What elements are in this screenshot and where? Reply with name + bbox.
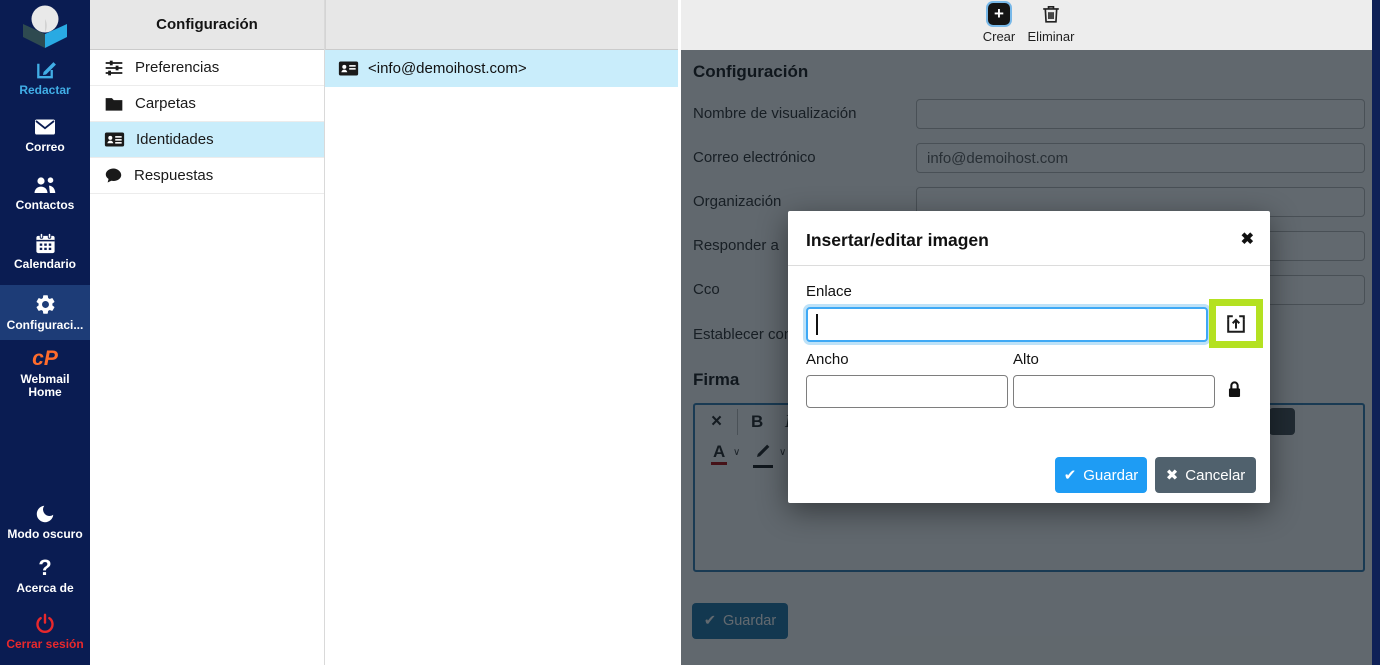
text-cursor xyxy=(816,314,818,335)
height-label: Alto xyxy=(1013,351,1039,368)
browse-image-button-highlighted[interactable] xyxy=(1209,299,1263,348)
window-edge xyxy=(1372,0,1380,665)
sidebar-item-label: Acerca de xyxy=(16,582,73,595)
x-icon: ✖ xyxy=(1166,466,1179,484)
envelope-icon xyxy=(33,116,57,138)
sidebar-item-label: Contactos xyxy=(16,199,75,212)
nav-item-label: Respuestas xyxy=(134,167,213,184)
delete-button[interactable]: Eliminar xyxy=(1022,3,1080,44)
delete-button-label: Eliminar xyxy=(1028,29,1075,44)
dialog-cancel-button[interactable]: ✖ Cancelar xyxy=(1155,457,1256,493)
nav-item-folders[interactable]: Carpetas xyxy=(90,86,324,122)
create-button-label: Crear xyxy=(983,29,1016,44)
sidebar-item-label: Calendario xyxy=(14,258,76,271)
sidebar-item-label: Configuraci... xyxy=(7,319,84,332)
question-icon: ? xyxy=(38,557,51,579)
insert-image-dialog: Insertar/editar imagen ✖ Enlace Ancho Al… xyxy=(788,211,1270,503)
settings-nav-panel: Configuración Preferencias Carpetas xyxy=(90,0,325,665)
compose-icon xyxy=(34,58,57,81)
nav-item-responses[interactable]: Respuestas xyxy=(90,158,324,194)
folder-icon xyxy=(104,95,124,112)
moon-icon xyxy=(34,503,56,525)
sidebar-item-label: Correo xyxy=(25,141,64,154)
width-input[interactable] xyxy=(806,375,1008,408)
settings-nav-header: Configuración xyxy=(90,0,324,50)
dialog-close-button[interactable]: ✖ xyxy=(1241,229,1254,249)
lock-ratio-icon[interactable] xyxy=(1225,379,1244,405)
sidebar-item-about[interactable]: ? Acerca de xyxy=(0,557,90,595)
contacts-icon xyxy=(32,174,58,196)
app-sidebar: Redactar Correo Contactos xyxy=(0,0,90,665)
height-input[interactable] xyxy=(1013,375,1215,408)
sidebar-item-mail[interactable]: Correo xyxy=(0,116,90,154)
plus-square-icon: + xyxy=(988,3,1010,25)
nav-item-identities[interactable]: Identidades xyxy=(90,122,324,158)
sidebar-item-dark-mode[interactable]: Modo oscuro xyxy=(0,503,90,541)
nav-item-preferences[interactable]: Preferencias xyxy=(90,50,324,86)
sidebar-item-label: Modo oscuro xyxy=(7,528,82,541)
cpanel-logo-icon: cP xyxy=(32,348,58,370)
sidebar-item-contacts[interactable]: Contactos xyxy=(0,174,90,212)
dialog-cancel-label: Cancelar xyxy=(1185,467,1245,484)
sidebar-item-settings[interactable]: Configuraci... xyxy=(0,285,90,340)
identity-list-item[interactable]: <info@demoihost.com> xyxy=(325,50,678,87)
id-card-icon xyxy=(338,60,359,77)
trash-icon xyxy=(1040,3,1062,25)
speech-bubble-icon xyxy=(104,167,123,184)
calendar-icon xyxy=(34,232,57,255)
dialog-header: Insertar/editar imagen ✖ xyxy=(788,211,1270,266)
identities-list-header xyxy=(325,0,678,50)
content-toolbar: + Crear Eliminar xyxy=(681,0,1372,50)
settings-nav-title: Configuración xyxy=(156,16,258,33)
id-card-icon xyxy=(104,131,125,148)
dialog-save-label: Guardar xyxy=(1083,467,1138,484)
link-label: Enlace xyxy=(806,283,852,300)
sidebar-item-compose[interactable]: Redactar xyxy=(0,58,90,97)
upload-image-icon xyxy=(1225,313,1247,335)
width-label: Ancho xyxy=(806,351,849,368)
sidebar-item-webmail-home[interactable]: cP Webmail Home xyxy=(8,348,82,399)
identity-list-label: <info@demoihost.com> xyxy=(368,60,527,77)
nav-item-label: Preferencias xyxy=(135,59,219,76)
sidebar-item-calendar[interactable]: Calendario xyxy=(0,232,90,271)
sliders-icon xyxy=(104,59,124,77)
identities-list-panel: <info@demoihost.com> xyxy=(325,0,681,665)
sidebar-item-logout[interactable]: Cerrar sesión xyxy=(0,613,90,651)
nav-item-label: Identidades xyxy=(136,131,214,148)
dialog-save-button[interactable]: ✔ Guardar xyxy=(1055,457,1147,493)
dialog-title: Insertar/editar imagen xyxy=(806,230,989,251)
sidebar-item-label: Cerrar sesión xyxy=(6,638,83,651)
sidebar-item-label: Redactar xyxy=(19,84,70,97)
power-icon xyxy=(34,613,56,635)
webmail-settings-window: Redactar Correo Contactos xyxy=(0,0,1380,665)
link-input[interactable] xyxy=(806,307,1208,342)
roundcube-logo-icon xyxy=(15,2,75,53)
nav-item-label: Carpetas xyxy=(135,95,196,112)
check-icon: ✔ xyxy=(1064,466,1077,484)
gear-icon xyxy=(34,293,57,316)
create-button[interactable]: + Crear xyxy=(970,3,1028,44)
sidebar-item-label: Webmail Home xyxy=(8,373,82,399)
